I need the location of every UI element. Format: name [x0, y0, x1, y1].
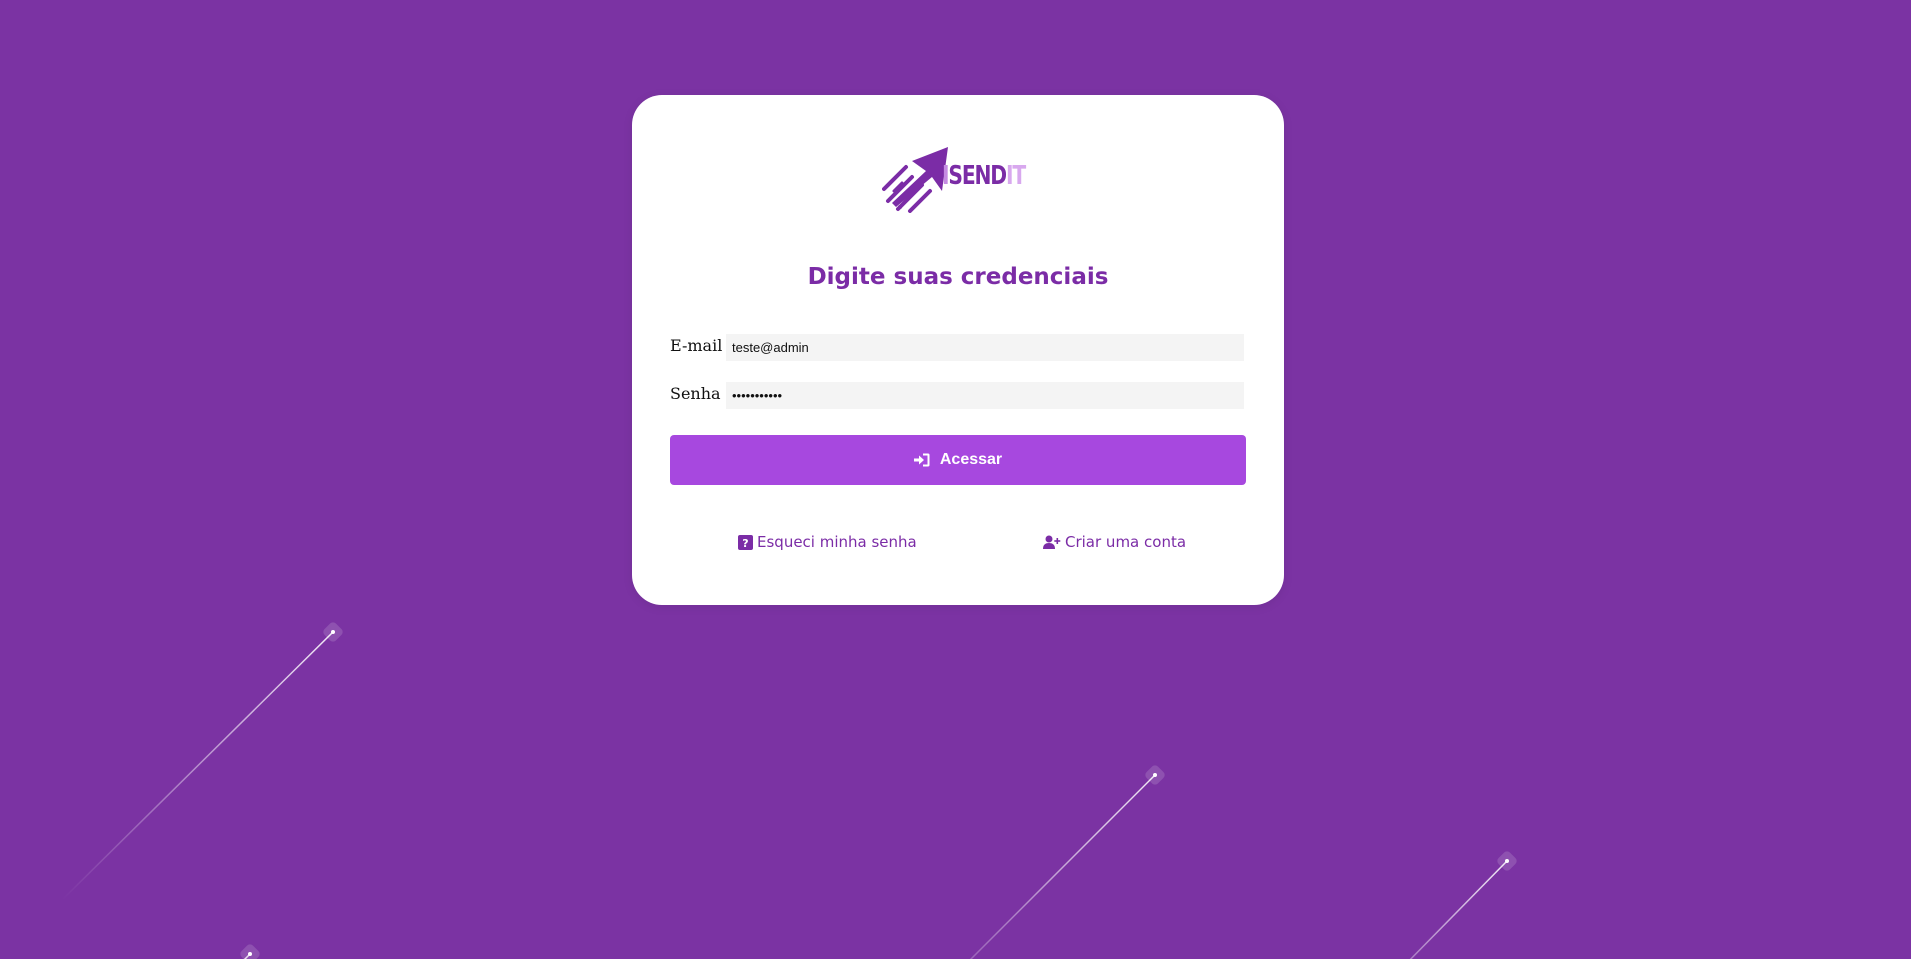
logo-text-suffix: IT — [1005, 161, 1026, 191]
shooting-star — [1409, 851, 1517, 959]
question-square-icon: ? — [738, 534, 753, 550]
login-button[interactable]: Acessar — [670, 435, 1246, 485]
shooting-star — [969, 765, 1165, 959]
shooting-star — [240, 944, 260, 959]
create-account-link[interactable]: Criar uma conta — [1043, 533, 1186, 551]
password-field[interactable] — [726, 382, 1244, 409]
sign-in-icon — [913, 453, 930, 467]
login-card: ISENDIT Digite suas credenciais E-mail S… — [632, 95, 1284, 605]
logo-text-main: SEND — [948, 161, 1007, 191]
logo-wordmark: ISENDIT — [942, 161, 1026, 191]
forgot-password-label: Esqueci minha senha — [757, 533, 917, 551]
email-field[interactable] — [726, 334, 1244, 361]
forgot-password-link[interactable]: ? Esqueci minha senha — [738, 533, 917, 551]
password-label: Senha — [670, 384, 721, 403]
shooting-star — [61, 622, 343, 901]
email-label: E-mail — [670, 336, 723, 355]
login-title: Digite suas credenciais — [807, 264, 1109, 290]
user-plus-icon — [1043, 535, 1061, 549]
svg-text:?: ? — [742, 537, 748, 550]
login-button-label: Acessar — [939, 451, 1003, 468]
create-account-label: Criar uma conta — [1065, 533, 1187, 551]
